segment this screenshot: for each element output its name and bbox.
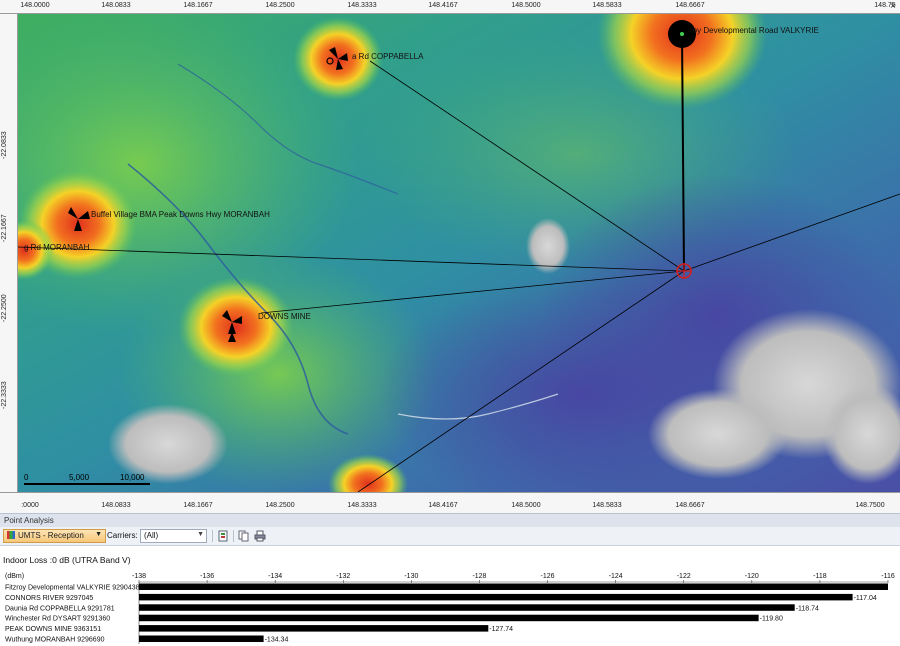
bar [139, 583, 888, 590]
signal-bars-icon [7, 531, 15, 539]
toolbar-separator [212, 530, 213, 542]
longitude-tick: 148.6667 [675, 2, 705, 9]
properties-icon[interactable] [217, 530, 229, 542]
longitude-tick: 148.3333 [347, 502, 377, 509]
bar [139, 625, 489, 632]
x-tick-label: -124 [609, 573, 623, 580]
latitude-tick: -22.0833 [1, 131, 8, 159]
scale-bar-mid: 5,000 [69, 473, 90, 482]
panel-title-bar: Point Analysis [0, 513, 900, 527]
category-label: Daunia Rd COPPABELLA 9291781 [5, 605, 115, 612]
scale-bar: 0 5,000 10,000 [24, 470, 174, 488]
latitude-tick: -22.2500 [1, 294, 8, 322]
latitude-tick: -22.3333 [1, 381, 8, 409]
category-label: PEAK DOWNS MINE 9363151 [5, 626, 101, 633]
scale-bar-end: 10,000 [120, 473, 145, 482]
point-analysis-window: 148.0000 148.0833 148.1667 148.2500 148.3333… [0, 0, 900, 646]
longitude-ruler-bottom: :0000 148.0833 148.1667 148.2500 148.3333 148… [0, 492, 900, 513]
chevron-down-icon: ▼ [95, 531, 102, 538]
x-tick-label: -126 [541, 573, 555, 580]
latitude-ruler-left: -22.0833 -22.1667 -22.2500 -22.3333 [0, 14, 18, 492]
longitude-tick: 148.5833 [592, 502, 622, 509]
site-label-coppabella: a Rd COPPABELLA [352, 52, 424, 61]
longitude-tick: 148.4167 [428, 502, 458, 509]
bar [139, 614, 759, 622]
panel-title: Point Analysis [4, 516, 54, 525]
carriers-dropdown[interactable]: (All) ▼ [140, 529, 207, 543]
toolbar-separator [233, 530, 234, 542]
longitude-tick: 148.5000 [511, 502, 541, 509]
site-label-peak-downs: DOWNS MINE [258, 312, 311, 321]
longitude-tick: 148.6667 [675, 502, 705, 509]
category-label: Winchester Rd DYSART 9291360 [5, 616, 110, 623]
longitude-tick: 148.1667 [183, 2, 213, 9]
longitude-ruler-top: 148.0000 148.0833 148.1667 148.2500 148.3333… [0, 0, 900, 14]
analysis-mode-value: UMTS - Reception [18, 531, 84, 540]
site-label-buffel-village: Buffel Village BMA Peak Downs Hwy MORANB… [91, 210, 270, 219]
bar [139, 604, 795, 611]
bar-value-label: -127.74 [489, 626, 513, 633]
coverage-heatmap [18, 14, 900, 492]
bar [139, 635, 264, 642]
scale-bar-zero: 0 [24, 473, 29, 482]
longitude-tick: 148.3333 [347, 2, 377, 9]
longitude-tick: 148.0833 [101, 502, 131, 509]
x-tick-label: -122 [677, 573, 691, 580]
carriers-value: (All) [144, 531, 159, 540]
copy-icon[interactable] [238, 530, 250, 542]
analysis-mode-dropdown[interactable]: UMTS - Reception ▼ [3, 529, 106, 543]
longitude-tick: 148.5000 [511, 2, 541, 9]
reception-bar-chart: (dBm) -138 -136 -134 -132 -130 -128 -126 -124 -12… [0, 568, 900, 646]
bar-value-label: -118.74 [796, 605, 819, 612]
x-tick-label: -134 [268, 573, 282, 580]
longitude-tick: 148.1667 [183, 502, 213, 509]
x-tick-label: -116 [881, 573, 895, 580]
site-label-wuthung: g Rd MORANBAH [24, 243, 90, 252]
bar [139, 593, 853, 601]
reception-chart-svg: (dBm) -138 -136 -134 -132 -130 -128 -126 -124 -12… [5, 573, 895, 644]
site-label-valkyrie: roy Developmental Road VALKYRIE [690, 26, 819, 35]
x-tick-label: -120 [745, 573, 759, 580]
longitude-tick: 148.4167 [428, 2, 458, 9]
category-label: Fitzroy Developmental VALKYRIE 9290438 [5, 585, 140, 592]
longitude-tick: 148.0000 [20, 2, 50, 9]
longitude-tick: 148.7500 [855, 502, 885, 509]
longitude-tick: 148.2500 [265, 2, 295, 9]
point-analysis-toolbar: UMTS - Reception ▼ Carriers: (All) ▼ [0, 527, 900, 546]
bar-value-label: -119.80 [760, 616, 783, 623]
close-icon[interactable]: × [890, 1, 896, 12]
coverage-map-canvas[interactable]: roy Developmental Road VALKYRIE a Rd COP… [18, 14, 900, 492]
longitude-tick: 148.5833 [592, 2, 622, 9]
x-tick-label: -138 [132, 573, 146, 580]
indoor-loss-title: Indoor Loss :0 dB (UTRA Band V) [3, 555, 131, 565]
category-label: CONNORS RIVER 9297045 [5, 595, 93, 602]
chevron-down-icon: ▼ [197, 531, 204, 538]
map-view[interactable]: 148.0000 148.0833 148.1667 148.2500 148.3333… [0, 0, 900, 513]
print-icon[interactable] [254, 530, 266, 542]
x-tick-label: -130 [404, 573, 418, 580]
carriers-label: Carriers: [107, 531, 138, 540]
x-tick-label: -118 [813, 573, 827, 580]
axis-unit-label: (dBm) [5, 573, 24, 580]
bar-value-label: -134.34 [265, 637, 289, 644]
bar-value-label: -117.04 [854, 595, 877, 602]
latitude-tick: -22.1667 [1, 214, 8, 242]
x-tick-label: -136 [200, 573, 214, 580]
longitude-tick: :0000 [21, 502, 39, 509]
category-label: Wuthung MORANBAH 9296690 [5, 637, 105, 644]
x-tick-label: -128 [472, 573, 486, 580]
longitude-tick: 148.0833 [101, 2, 131, 9]
x-tick-label: -132 [336, 573, 350, 580]
longitude-tick: 148.2500 [265, 502, 295, 509]
